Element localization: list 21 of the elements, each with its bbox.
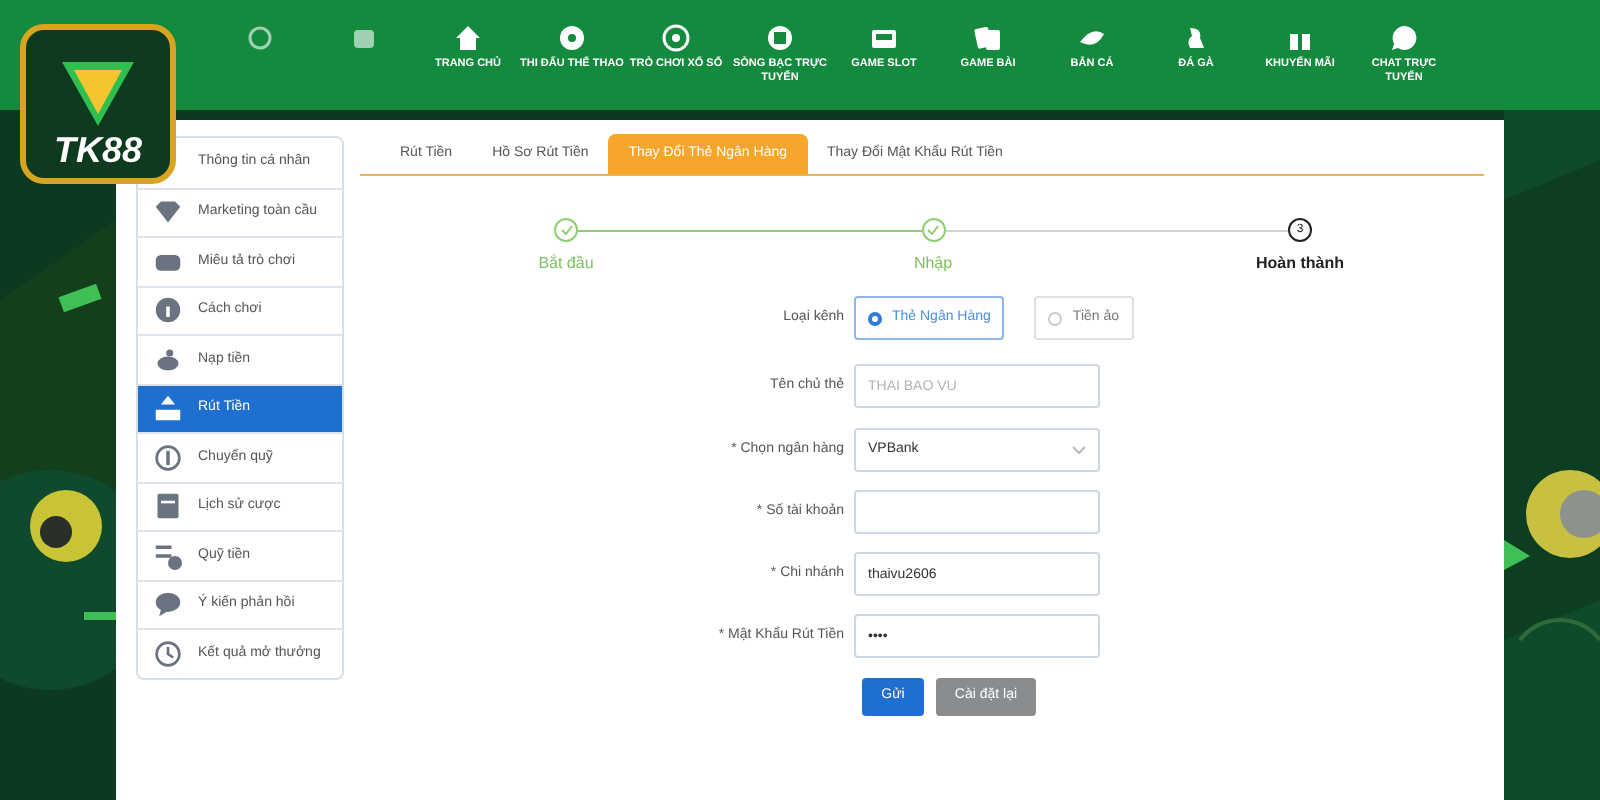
circle-icon[interactable] [246, 24, 274, 52]
withdraw-icon [154, 394, 182, 423]
step-label: Bắt đầu [538, 252, 594, 276]
chat-icon[interactable] [1390, 24, 1418, 52]
cards-icon[interactable] [974, 24, 1002, 52]
slot-machine-icon[interactable] [870, 24, 898, 52]
step-label: Nhập [913, 252, 953, 276]
input-field[interactable] [854, 490, 1100, 534]
logo-text: TK88 [53, 130, 142, 170]
info-icon [154, 296, 182, 325]
check-icon [926, 224, 940, 236]
radio-icon[interactable] [1048, 311, 1063, 325]
home-icon[interactable] [454, 24, 482, 52]
history-icon [154, 639, 182, 668]
speech-bubble-icon [154, 590, 182, 619]
diamond-icon [154, 198, 182, 227]
radio-icon[interactable] [868, 311, 882, 325]
check-icon [559, 224, 573, 236]
list-coin-icon [154, 541, 182, 570]
step-label: Hoàn thành [1256, 252, 1344, 276]
clipboard-icon [154, 492, 182, 521]
